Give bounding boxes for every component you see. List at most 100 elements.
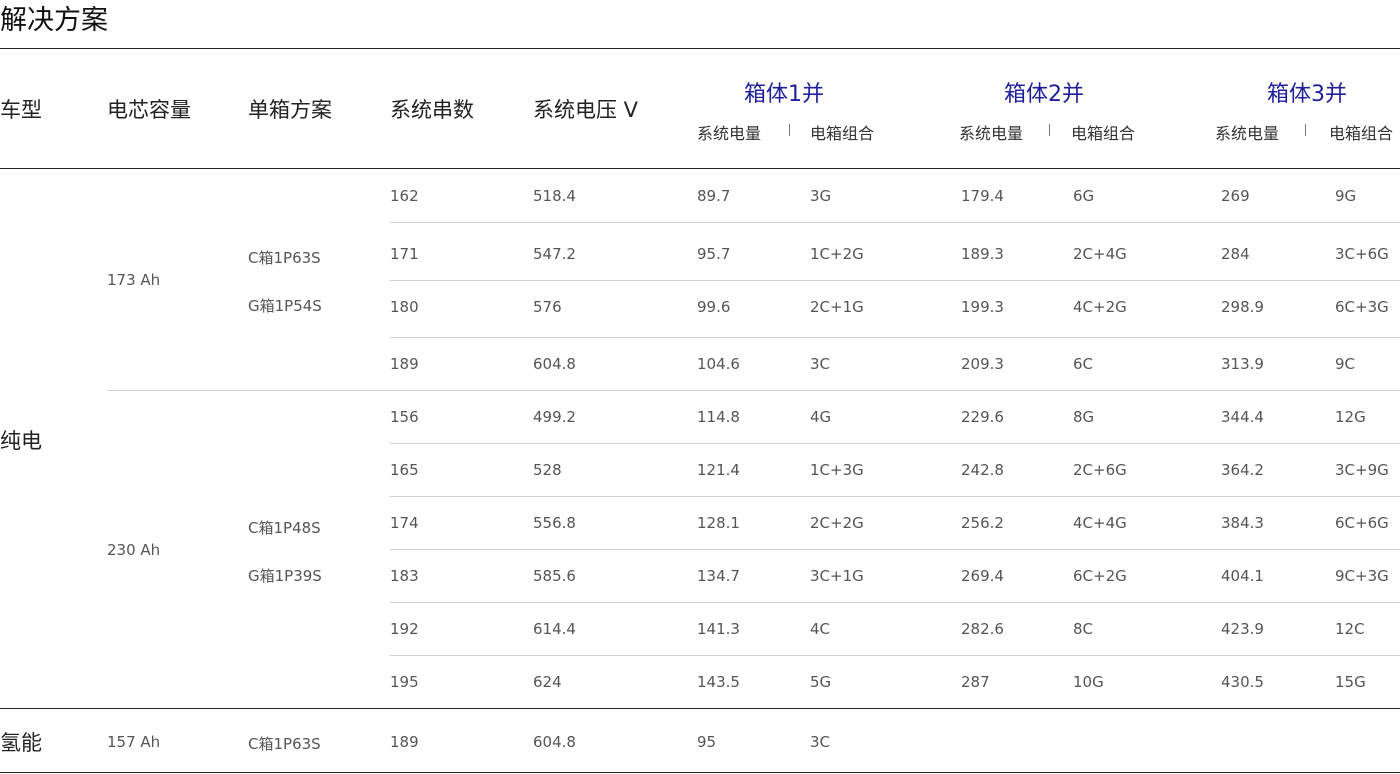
table-top-rule	[0, 48, 1400, 49]
group3-energy-cell: 404.1	[1221, 567, 1264, 585]
voltage-cell: 604.8	[533, 733, 576, 751]
header-box-plan: 单箱方案	[248, 98, 332, 122]
series-cell: 174	[390, 514, 419, 532]
capacity-cell: 173 Ah	[107, 271, 161, 289]
group3-energy-cell: 284	[1221, 245, 1250, 263]
row-divider	[390, 280, 1400, 281]
group2-combo-cell: 2C+6G	[1073, 461, 1127, 479]
header-group-2-combo: 电箱组合	[1071, 124, 1136, 143]
group3-combo-cell: 12G	[1335, 408, 1366, 426]
group1-energy-cell: 99.6	[697, 298, 731, 316]
group3-combo-cell: 9C+3G	[1335, 567, 1389, 585]
header-capacity: 电芯容量	[107, 98, 191, 122]
group2-combo-cell: 8C	[1073, 620, 1094, 638]
group1-combo-cell: 3C	[810, 355, 831, 373]
block-divider	[107, 390, 1400, 391]
group3-combo-cell: 9C	[1335, 355, 1356, 373]
group1-energy-cell: 141.3	[697, 620, 740, 638]
group3-energy-cell: 344.4	[1221, 408, 1264, 426]
series-cell: 189	[390, 355, 419, 373]
category-divider	[0, 708, 1400, 709]
header-group-1-combo: 电箱组合	[810, 124, 875, 143]
page-title: 解决方案	[0, 5, 108, 36]
group3-energy-cell: 384.3	[1221, 514, 1264, 532]
box-plan-cell: G箱1P54S	[248, 297, 322, 315]
voltage-cell: 624	[533, 673, 562, 691]
group2-energy-cell: 282.6	[961, 620, 1004, 638]
header-bottom-rule	[0, 168, 1400, 169]
group1-energy-cell: 95	[697, 733, 717, 751]
voltage-cell: 499.2	[533, 408, 576, 426]
group1-combo-cell: 3G	[810, 187, 832, 205]
header-group-1-energy: 系统电量	[697, 124, 762, 143]
header-group-3: 箱体3并	[1267, 82, 1347, 107]
voltage-cell: 576	[533, 298, 562, 316]
group1-energy-cell: 121.4	[697, 461, 740, 479]
group1-energy-cell: 89.7	[697, 187, 731, 205]
group3-combo-cell: 12C	[1335, 620, 1365, 638]
group1-combo-cell: 5G	[810, 673, 832, 691]
group1-combo-cell: 3C+1G	[810, 567, 864, 585]
header-group-2: 箱体2并	[1004, 82, 1084, 107]
group2-energy-cell: 179.4	[961, 187, 1004, 205]
row-divider	[390, 549, 1400, 550]
group3-combo-cell: 3C+9G	[1335, 461, 1389, 479]
series-cell: 171	[390, 245, 419, 263]
group3-combo-cell: 15G	[1335, 673, 1366, 691]
group2-energy-cell: 287	[961, 673, 990, 691]
group1-combo-cell: 4C	[810, 620, 831, 638]
voltage-cell: 547.2	[533, 245, 576, 263]
group1-combo-cell: 2C+1G	[810, 298, 864, 316]
group2-combo-cell: 6G	[1073, 187, 1095, 205]
group1-combo-cell: 1C+3G	[810, 461, 864, 479]
series-cell: 162	[390, 187, 419, 205]
voltage-cell: 556.8	[533, 514, 576, 532]
box-plan-cell: G箱1P39S	[248, 567, 322, 585]
row-divider	[390, 222, 1400, 223]
group1-energy-cell: 134.7	[697, 567, 740, 585]
box-plan-cell: C箱1P63S	[248, 735, 321, 753]
category-hydrogen: 氢能	[0, 731, 42, 755]
group2-energy-cell: 269.4	[961, 567, 1004, 585]
group2-energy-cell: 242.8	[961, 461, 1004, 479]
group1-combo-cell: 2C+2G	[810, 514, 864, 532]
series-cell: 192	[390, 620, 419, 638]
group3-combo-cell: 6C+3G	[1335, 298, 1389, 316]
group3-energy-cell: 430.5	[1221, 673, 1264, 691]
row-divider	[390, 496, 1400, 497]
voltage-cell: 614.4	[533, 620, 576, 638]
group1-energy-cell: 143.5	[697, 673, 740, 691]
group2-combo-cell: 2C+4G	[1073, 245, 1127, 263]
group2-combo-cell: 6C+2G	[1073, 567, 1127, 585]
voltage-cell: 518.4	[533, 187, 576, 205]
series-cell: 180	[390, 298, 419, 316]
capacity-cell: 157 Ah	[107, 733, 161, 751]
header-group-3-combo: 电箱组合	[1329, 124, 1394, 143]
group2-energy-cell: 199.3	[961, 298, 1004, 316]
category-electric: 纯电	[0, 429, 42, 453]
group3-energy-cell: 423.9	[1221, 620, 1264, 638]
group2-combo-cell: 4C+4G	[1073, 514, 1127, 532]
group1-combo-cell: 4G	[810, 408, 832, 426]
header-type: 车型	[0, 98, 42, 122]
capacity-cell: 230 Ah	[107, 541, 161, 559]
header-group-1: 箱体1并	[744, 82, 824, 107]
group3-energy-cell: 364.2	[1221, 461, 1264, 479]
group2-combo-cell: 8G	[1073, 408, 1095, 426]
group1-energy-cell: 95.7	[697, 245, 731, 263]
voltage-cell: 585.6	[533, 567, 576, 585]
group2-energy-cell: 229.6	[961, 408, 1004, 426]
group1-energy-cell: 128.1	[697, 514, 740, 532]
series-cell: 195	[390, 673, 419, 691]
series-cell: 189	[390, 733, 419, 751]
group2-energy-cell: 209.3	[961, 355, 1004, 373]
group2-combo-cell: 10G	[1073, 673, 1104, 691]
group2-energy-cell: 256.2	[961, 514, 1004, 532]
row-divider	[390, 337, 1400, 338]
group1-energy-cell: 114.8	[697, 408, 740, 426]
group1-energy-cell: 104.6	[697, 355, 740, 373]
header-group-2-energy: 系统电量	[959, 124, 1024, 143]
group3-combo-cell: 6C+6G	[1335, 514, 1389, 532]
group2-combo-cell: 6C	[1073, 355, 1094, 373]
box-plan-cell: C箱1P63S	[248, 249, 321, 267]
